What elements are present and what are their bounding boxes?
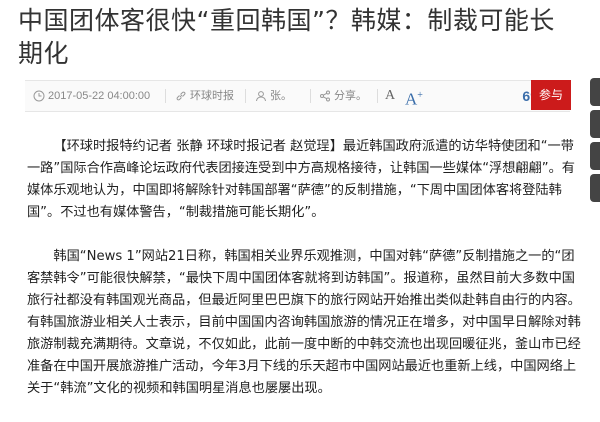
user-icon [256,91,266,102]
font-increase-label: A [405,89,418,109]
share-button[interactable]: 分享。 [319,81,367,111]
divider [310,89,311,103]
article-title: 中国团体客很快“重回韩国”？韩媒：制裁可能长期化 [18,6,555,68]
font-increase-button[interactable]: A+ [405,85,423,109]
side-share-rail [590,78,600,206]
link-icon [176,91,186,101]
publish-time: 2017-05-22 04:00:00 [33,81,150,111]
clock-icon [33,90,45,102]
join-discussion-button[interactable]: 参与 [531,80,571,110]
plus-icon: + [417,90,423,101]
publish-time-text: 2017-05-22 04:00:00 [48,90,151,102]
author: 张。 [255,81,292,111]
font-decrease-button[interactable]: A [385,85,395,107]
author-text: 张。 [270,90,292,102]
article-paragraph: 【环球时报特约记者 张静 环球时报记者 赵觉珵】最近韩国政府派遣的访华特使团和“… [27,139,575,220]
side-share-tab[interactable] [590,78,600,106]
divider [245,89,246,103]
side-share-tab[interactable] [590,174,600,202]
article-paragraph: 韩国“News 1”网站21日称，韩国相关业界乐观推测，中国对韩“萨德”反制措施… [27,249,581,396]
article-meta-bar: 2017-05-22 04:00:00 环球时报 张。 分享。 A A+ 691… [25,80,570,112]
article-body: 【环球时报特约记者 张静 环球时报记者 赵觉珵】最近韩国政府派遣的访华特使团和“… [27,136,582,422]
divider [165,89,166,103]
divider [377,89,378,103]
source-text: 环球时报 [190,90,234,102]
share-text: 分享。 [334,90,367,102]
share-icon [320,90,330,102]
side-share-tab[interactable] [590,110,600,138]
source-link[interactable]: 环球时报 [175,81,234,111]
side-share-tab[interactable] [590,142,600,170]
